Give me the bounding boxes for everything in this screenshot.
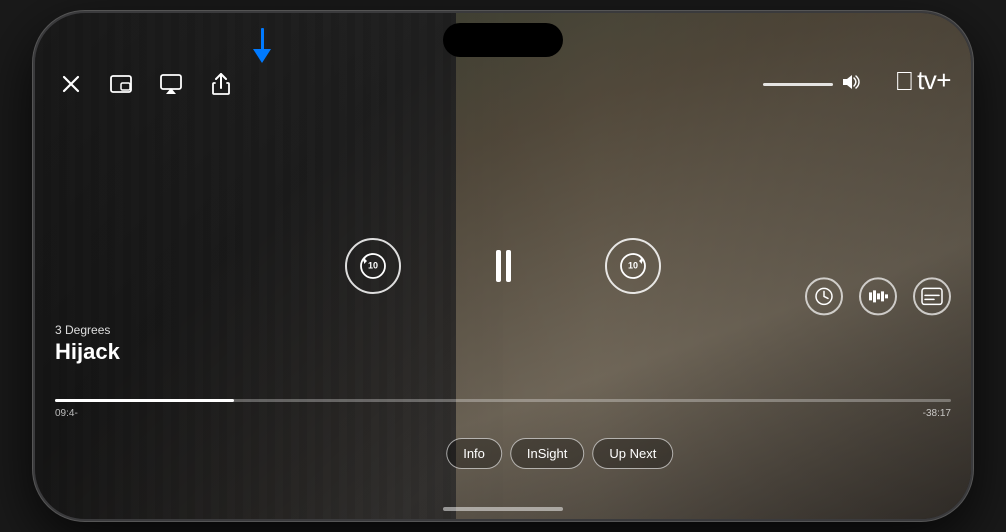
show-title: Hijack [55,339,120,365]
progress-track[interactable] [55,399,951,402]
volume-track [763,83,833,86]
volume-icon [841,73,861,96]
svg-text:10: 10 [628,261,638,271]
subtitles-button[interactable] [913,277,951,315]
rewind-10-button[interactable]: 10 [345,238,401,294]
apple-symbol:  [895,68,915,94]
top-right-controls [763,73,861,96]
power-button[interactable] [971,163,973,233]
home-indicator [443,507,563,511]
forward-10-button[interactable]: 10 [605,238,661,294]
pause-button[interactable] [481,244,525,288]
insight-tab[interactable]: InSight [510,438,584,469]
phone-frame:  tv+ 3 Degrees Hijack 10 [33,11,973,521]
time-labels: 09:4- -38:17 [55,408,951,419]
pause-bar-left [496,250,501,282]
center-controls: 10 10 [345,238,661,294]
info-tab[interactable]: Info [446,438,502,469]
title-area: 3 Degrees Hijack [55,323,120,365]
show-subtitle: 3 Degrees [55,323,120,337]
svg-text:10: 10 [368,261,378,271]
up-next-tab[interactable]: Up Next [592,438,673,469]
progress-area: 09:4- -38:17 [55,399,951,419]
top-bar-left [55,68,237,100]
tv-plus-text: tv+ [917,65,951,96]
dynamic-island [443,23,563,57]
current-time: 09:4- [55,408,78,419]
apple-tv-logo:  tv+ [895,65,951,96]
bottom-tabs: Info InSight Up Next [446,438,673,469]
controls-layer:  tv+ 3 Degrees Hijack 10 [35,13,971,519]
airplay-button[interactable] [155,68,187,100]
share-button[interactable] [205,68,237,100]
pip-button[interactable] [105,68,137,100]
right-side-icons [805,277,951,315]
speed-button[interactable] [805,277,843,315]
remaining-time: -38:17 [923,408,951,419]
progress-fill [55,399,234,402]
close-button[interactable] [55,68,87,100]
audio-button[interactable] [859,277,897,315]
pause-bar-right [506,250,511,282]
